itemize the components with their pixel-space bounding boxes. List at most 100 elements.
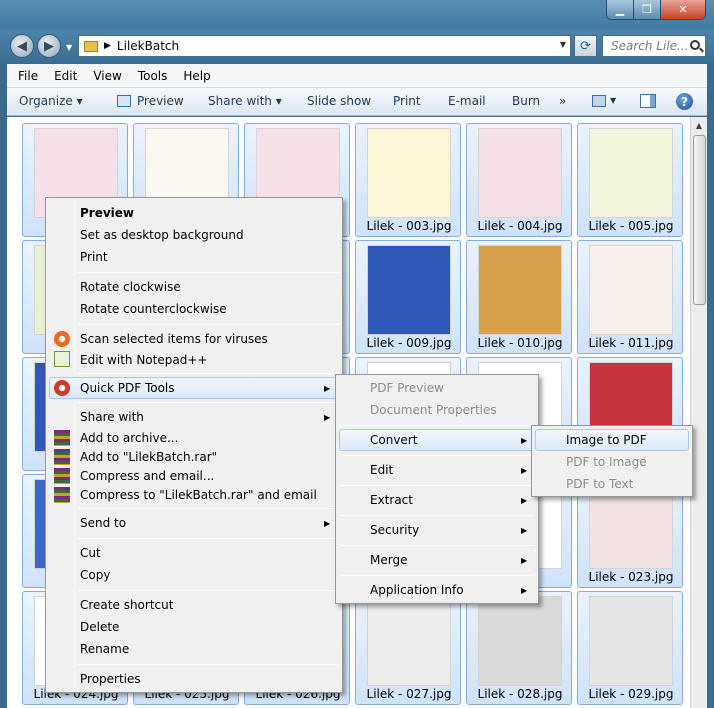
vertical-scrollbar[interactable]: ▲ — [690, 117, 707, 708]
menu-tools[interactable]: Tools — [127, 69, 173, 83]
ctx-print[interactable]: Print — [80, 250, 108, 264]
address-row: ◀ ▶ ▼ ▶ LilekBatch ▼ ⟳ Search Lile... — [0, 30, 714, 63]
ctx-rotate-counterclockwise[interactable]: Rotate counterclockwise — [80, 302, 227, 316]
file-thumbnail-tile[interactable]: Lilek - 029.jpg — [577, 591, 683, 705]
ctx-compress-rar-email[interactable]: Compress to "LilekBatch.rar" and email — [80, 488, 317, 502]
ctx-delete[interactable]: Delete — [80, 620, 119, 634]
change-view-icon[interactable] — [592, 95, 606, 107]
ctx-compress-email[interactable]: Compress and email... — [80, 469, 214, 483]
file-thumbnail-tile[interactable]: Lilek - 004.jpg — [466, 123, 572, 237]
ctx-properties[interactable]: Properties — [80, 672, 141, 686]
menu-help[interactable]: Help — [172, 69, 215, 83]
image-thumbnail — [589, 128, 673, 218]
submenu-arrow-icon: ▶ — [521, 556, 528, 565]
file-name-label: Lilek - 003.jpg — [366, 219, 452, 233]
ctx-share-with[interactable]: Share with — [80, 410, 144, 424]
menu-file[interactable]: File — [7, 69, 43, 83]
explorer-window: ▁ ❐ ✕ ◀ ▶ ▼ ▶ LilekBatch ▼ ⟳ Search Lile… — [0, 0, 714, 708]
view-dropdown-icon[interactable]: ▼ — [610, 96, 616, 105]
menu-separator — [78, 324, 340, 325]
refresh-button[interactable]: ⟳ — [574, 35, 597, 57]
menu-view[interactable]: View — [82, 69, 126, 83]
convert-pdf-to-text[interactable]: PDF to Text — [566, 477, 633, 491]
breadcrumb-path[interactable]: LilekBatch — [117, 39, 179, 53]
organize-button[interactable]: Organize ▾ — [19, 94, 83, 108]
breadcrumb-arrow-icon[interactable]: ▶ — [104, 41, 111, 51]
sub-security[interactable]: Security — [370, 523, 419, 537]
menu-separator — [78, 508, 340, 509]
slide-show-button[interactable]: Slide show — [307, 94, 371, 108]
submenu-arrow-icon: ▶ — [521, 466, 528, 475]
address-bar[interactable]: ▶ LilekBatch ▼ — [78, 35, 571, 57]
menu-separator — [340, 575, 534, 576]
search-input[interactable]: Search Lile... — [602, 35, 706, 57]
file-thumbnail-tile[interactable]: Lilek - 011.jpg — [577, 240, 683, 354]
address-dropdown-icon[interactable]: ▼ — [560, 40, 566, 49]
menu-separator — [78, 402, 340, 403]
search-icon[interactable] — [690, 40, 700, 50]
image-thumbnail — [478, 128, 562, 218]
image-thumbnail — [478, 596, 562, 686]
sub-pdf-preview[interactable]: PDF Preview — [370, 381, 444, 395]
help-icon[interactable]: ? — [676, 93, 693, 110]
scroll-thumb[interactable] — [693, 135, 706, 305]
menu-separator — [78, 664, 340, 665]
file-name-label: Lilek - 009.jpg — [366, 336, 452, 350]
ctx-add-to-rar[interactable]: Add to "LilekBatch.rar" — [80, 450, 217, 464]
file-thumbnail-tile[interactable]: Lilek - 009.jpg — [355, 240, 461, 354]
convert-pdf-to-image[interactable]: PDF to Image — [566, 455, 647, 469]
ctx-set-desktop-background[interactable]: Set as desktop background — [80, 228, 244, 242]
sub-convert[interactable]: Convert — [370, 433, 417, 447]
email-button[interactable]: E-mail — [448, 94, 486, 108]
scroll-up-icon[interactable]: ▲ — [691, 117, 707, 133]
more-commands-button[interactable]: » — [559, 94, 566, 108]
menu-separator — [78, 373, 340, 374]
image-thumbnail — [589, 245, 673, 335]
ctx-create-shortcut[interactable]: Create shortcut — [80, 598, 173, 612]
quick-pdf-icon — [54, 380, 70, 396]
quick-pdf-submenu: PDF Preview Document Properties Convert … — [335, 374, 539, 604]
forward-button[interactable]: ▶ — [37, 34, 61, 58]
command-bar: Organize ▾ Preview Share with ▾ Slide sh… — [7, 88, 707, 116]
close-button[interactable]: ✕ — [660, 0, 706, 20]
print-button[interactable]: Print — [393, 94, 421, 108]
submenu-arrow-icon: ▶ — [324, 384, 331, 393]
sub-merge[interactable]: Merge — [370, 553, 407, 567]
ctx-preview[interactable]: Preview — [80, 206, 134, 220]
minimize-button[interactable]: ▁ — [606, 0, 634, 20]
back-button[interactable]: ◀ — [10, 34, 34, 58]
image-thumbnail — [589, 596, 673, 686]
ctx-send-to[interactable]: Send to — [80, 516, 126, 530]
file-name-label: Lilek - 004.jpg — [477, 219, 563, 233]
file-thumbnail-tile[interactable]: Lilek - 010.jpg — [466, 240, 572, 354]
menu-separator — [340, 455, 534, 456]
winrar-icon — [54, 430, 70, 446]
ctx-copy[interactable]: Copy — [80, 568, 110, 582]
ctx-edit-notepad[interactable]: Edit with Notepad++ — [80, 353, 207, 367]
maximize-button[interactable]: ❐ — [633, 0, 661, 20]
file-thumbnail-tile[interactable]: Lilek - 028.jpg — [466, 591, 572, 705]
ctx-add-to-archive[interactable]: Add to archive... — [80, 431, 178, 445]
recent-pages-dropdown[interactable]: ▼ — [66, 43, 72, 52]
sub-document-properties[interactable]: Document Properties — [370, 403, 497, 417]
preview-pane-icon[interactable] — [640, 94, 656, 108]
file-thumbnail-tile[interactable]: Lilek - 005.jpg — [577, 123, 683, 237]
share-with-button[interactable]: Share with ▾ — [208, 94, 282, 108]
burn-button[interactable]: Burn — [512, 94, 540, 108]
submenu-arrow-icon: ▶ — [324, 413, 331, 422]
menu-edit[interactable]: Edit — [43, 69, 82, 83]
file-thumbnail-tile[interactable]: Lilek - 003.jpg — [355, 123, 461, 237]
ctx-cut[interactable]: Cut — [80, 546, 101, 560]
convert-image-to-pdf[interactable]: Image to PDF — [566, 433, 647, 447]
sub-application-info[interactable]: Application Info — [370, 583, 464, 597]
preview-button[interactable]: Preview — [137, 94, 184, 108]
ctx-rename[interactable]: Rename — [80, 642, 129, 656]
sub-extract[interactable]: Extract — [370, 493, 413, 507]
sub-edit[interactable]: Edit — [370, 463, 393, 477]
submenu-arrow-icon: ▶ — [521, 586, 528, 595]
file-thumbnail-tile[interactable]: Lilek - 027.jpg — [355, 591, 461, 705]
folder-icon — [84, 40, 98, 52]
ctx-quick-pdf-tools[interactable]: Quick PDF Tools — [80, 381, 175, 395]
ctx-scan-viruses[interactable]: Scan selected items for viruses — [80, 332, 268, 346]
ctx-rotate-clockwise[interactable]: Rotate clockwise — [80, 280, 181, 294]
